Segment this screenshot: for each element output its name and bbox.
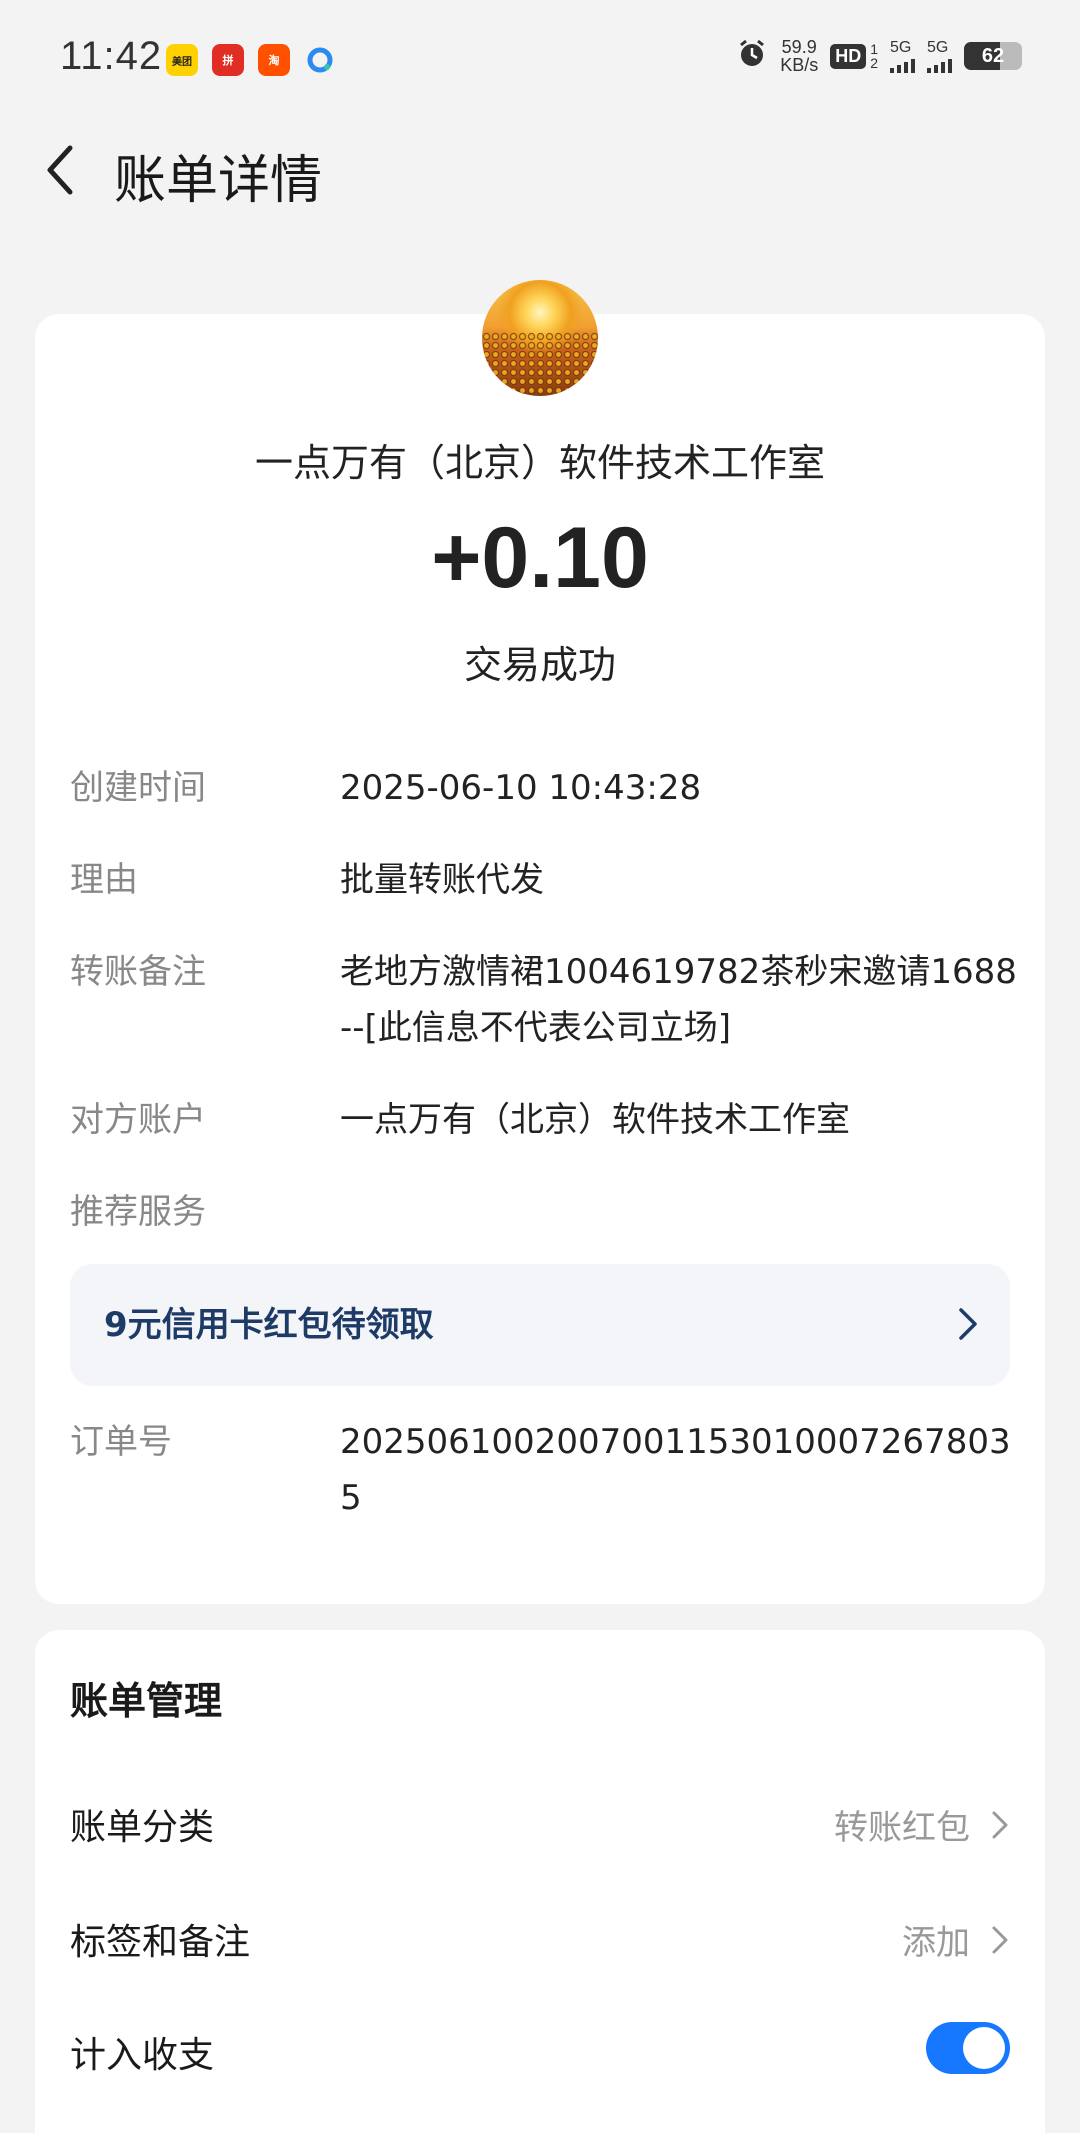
- back-button[interactable]: [30, 140, 90, 200]
- sim-indicator: 1 2: [870, 41, 878, 71]
- bill-category-label: 账单分类: [70, 1807, 215, 1848]
- detail-value: 批量转账代发: [340, 860, 544, 900]
- detail-label: 理由: [70, 860, 138, 900]
- detail-value: 2025-06-10 10:43:28: [340, 768, 702, 808]
- status-indicators: 59.9 KB/s HD 1 2 5G 5G 62: [736, 38, 1022, 74]
- transaction-status: 交易成功: [463, 643, 616, 687]
- bill-category-value: 转账红包: [834, 1808, 970, 1848]
- taobao-app-icon: 淘: [258, 44, 290, 76]
- status-time: 11:42: [60, 34, 163, 78]
- transaction-detail-card: 一点万有（北京）软件技术工作室 +0.10 交易成功 创建时间 2025-06-…: [35, 280, 1045, 1604]
- network-speed: 59.9 KB/s: [780, 37, 819, 75]
- include-in-budget-toggle[interactable]: [926, 2022, 1010, 2074]
- promo-text: 9元信用卡红包待领取: [104, 1305, 434, 1345]
- toggle-knob: [963, 2027, 1005, 2069]
- transaction-amount: +0.10: [431, 510, 649, 606]
- detail-label: 对方账户: [70, 1100, 206, 1140]
- tags-notes-value: 添加: [902, 1923, 970, 1963]
- browser-app-icon: [304, 44, 336, 76]
- merchant-name: 一点万有（北京）软件技术工作室: [254, 441, 825, 485]
- meituan-app-icon: 美团: [166, 44, 198, 76]
- detail-label: 转账备注: [70, 952, 206, 992]
- include-in-budget-label: 计入收支: [70, 2035, 215, 2076]
- notification-icons: 美团 拼 淘: [166, 44, 336, 76]
- credit-card-promo-banner[interactable]: 9元信用卡红包待领取: [70, 1264, 1010, 1386]
- signal-icon-1: 5G: [890, 39, 915, 73]
- signal-icon-2: 5G: [927, 39, 952, 73]
- alarm-icon: [736, 38, 768, 74]
- page-title: 账单详情: [114, 151, 323, 211]
- tags-notes-label: 标签和备注: [70, 1922, 251, 1963]
- merchant-avatar: [482, 280, 598, 396]
- section-title: 账单管理: [70, 1679, 223, 1723]
- detail-label: 推荐服务: [70, 1192, 206, 1232]
- pinduoduo-app-icon: 拼: [212, 44, 244, 76]
- status-bar: 11:42 美团 拼 淘 59.9 KB/s HD 1 2 5G 5G 62: [0, 0, 1080, 120]
- detail-label: 订单号: [70, 1422, 172, 1462]
- chevron-right-icon: [992, 1926, 1008, 1954]
- include-in-budget-row: 计入收支: [70, 2018, 1010, 2088]
- bill-management-card: 账单管理 账单分类 转账红包 标签和备注 添加 计入收支: [35, 1630, 1045, 2133]
- battery-icon: 62: [964, 42, 1022, 70]
- hd-icon: HD: [830, 43, 867, 69]
- chevron-right-icon: [959, 1308, 977, 1340]
- tags-notes-row[interactable]: 标签和备注 添加: [70, 1905, 1010, 1975]
- detail-label: 创建时间: [70, 768, 206, 808]
- bill-category-row[interactable]: 账单分类 转账红包: [70, 1790, 1010, 1860]
- header: 账单详情: [0, 120, 1080, 220]
- detail-value: 老地方激情裙1004619782茶秒宋邀请1688 --[此信息不代表公司立场]: [340, 952, 1017, 1048]
- detail-value: 一点万有（北京）软件技术工作室: [340, 1100, 850, 1140]
- chevron-left-icon: [47, 145, 73, 195]
- detail-value: 20250610020070011530100072678035: [340, 1422, 1011, 1518]
- chevron-right-icon: [992, 1811, 1008, 1839]
